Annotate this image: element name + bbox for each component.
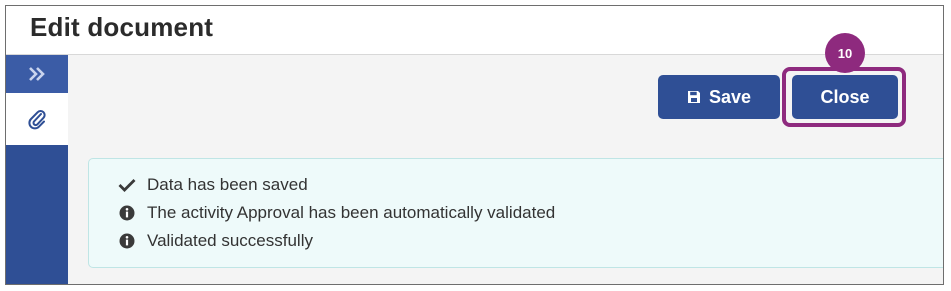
checkmark-icon <box>117 175 137 195</box>
info-circle-icon <box>117 203 137 223</box>
alert-message: The activity Approval has been automatic… <box>117 203 555 223</box>
page-title: Edit document <box>30 12 214 42</box>
paperclip-icon <box>28 109 46 130</box>
save-button-label: Save <box>708 86 752 107</box>
status-alert: Data has been saved The activity Approva… <box>88 158 943 268</box>
alert-message-text: Data has been saved <box>147 175 308 194</box>
alert-message-text: The activity Approval has been automatic… <box>147 203 556 222</box>
close-button[interactable]: Close <box>792 75 898 119</box>
info-circle-icon <box>117 231 137 251</box>
step-number-badge: 10 <box>825 33 865 73</box>
edit-document-window: Edit document Save Close 10 Data has bee… <box>5 5 944 285</box>
main-content: Save Close 10 Data has been saved The ac… <box>68 33 943 284</box>
sidebar <box>6 55 68 284</box>
alert-message: Data has been saved <box>117 175 308 195</box>
page-header: Edit document <box>6 6 943 55</box>
sidebar-attachments-button[interactable] <box>6 93 68 145</box>
sidebar-expand-button[interactable] <box>6 55 68 93</box>
close-button-label: Close <box>820 86 870 107</box>
double-chevron-right-icon <box>29 67 45 81</box>
alert-message: Validated successfully <box>117 231 313 251</box>
save-button[interactable]: Save <box>658 75 780 119</box>
alert-message-text: Validated successfully <box>147 231 313 250</box>
floppy-disk-icon <box>687 90 701 104</box>
